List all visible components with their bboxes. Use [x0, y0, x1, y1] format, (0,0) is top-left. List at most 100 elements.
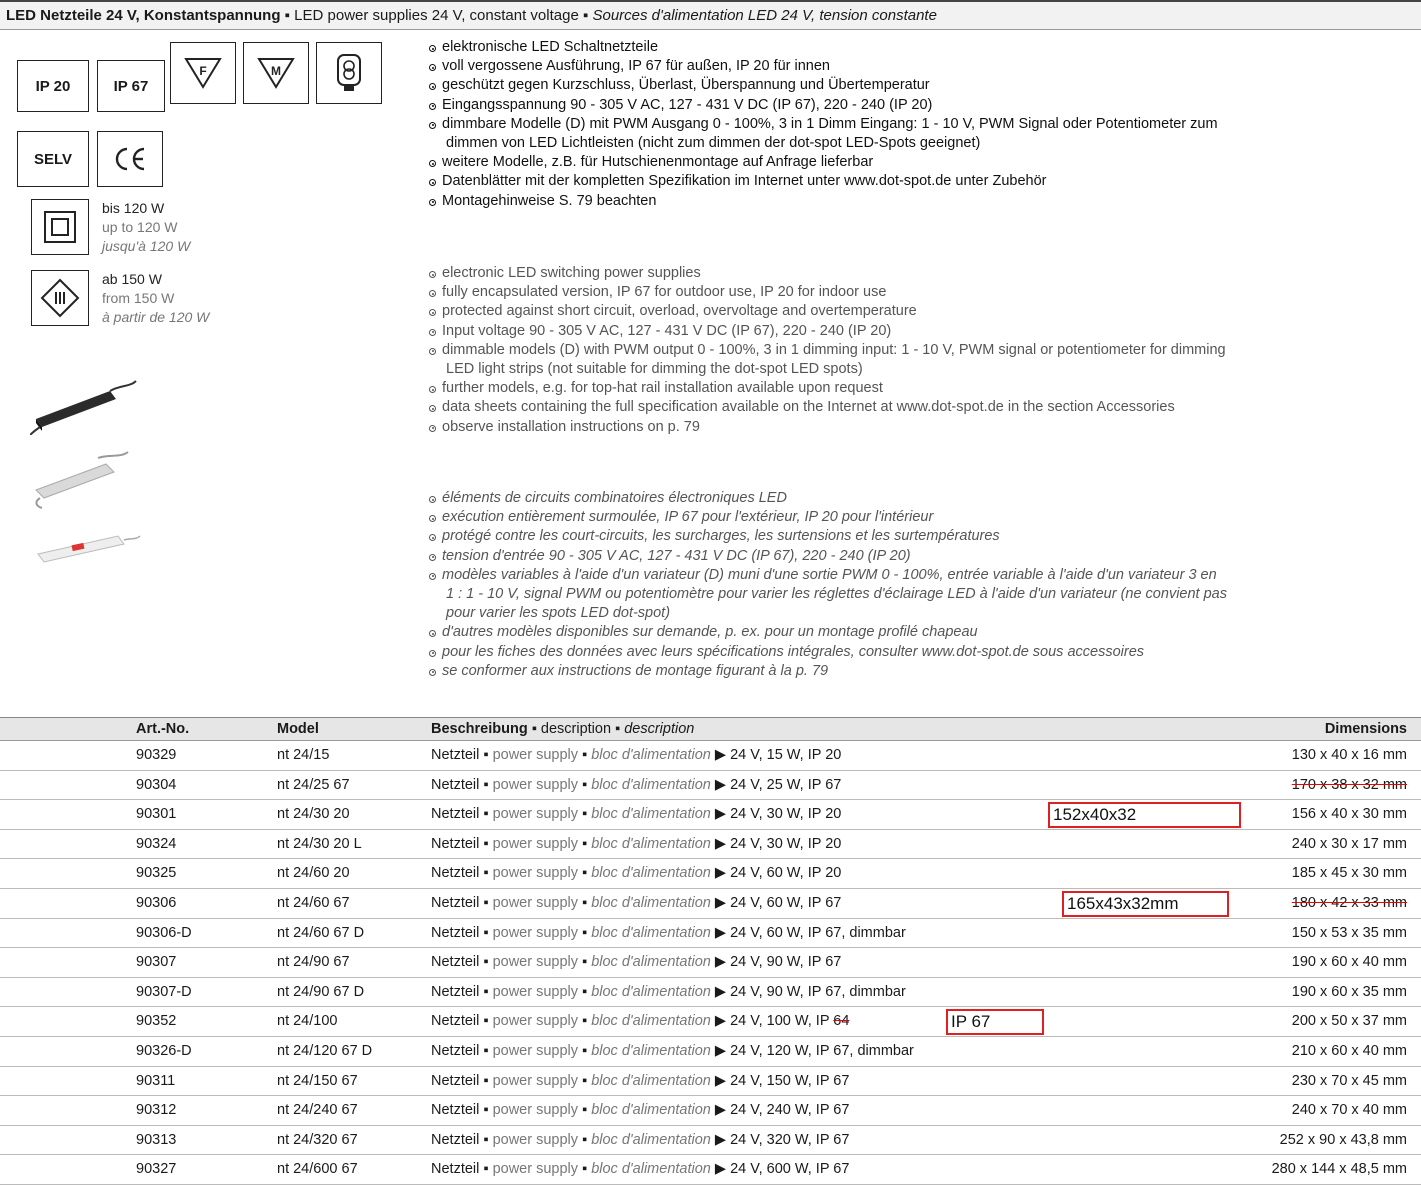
table-row: 90327 nt 24/600 67 Netzteil ▪ power supply…	[0, 1155, 1421, 1185]
feature-de-item: Datenblätter mit der kompletten Spezifik…	[428, 172, 1218, 191]
feature-en-item: electronic LED switching power supplies	[428, 264, 1226, 283]
art-no-cell: 90304	[136, 776, 177, 793]
spec-text: 24 V, 240 W, IP 67	[730, 1102, 850, 1119]
description-cell: Netzteil ▪ power supply ▪ bloc d'aliment…	[431, 1007, 849, 1036]
ip20-badge: IP 20	[17, 60, 89, 112]
arrow-icon: ▶	[710, 1072, 731, 1089]
struck-spec-text: 64	[833, 1013, 850, 1030]
art-no-cell: 90325	[136, 865, 177, 882]
feature-en-item: fully encapsulated version, IP 67 for ou…	[428, 283, 1226, 302]
description-cell: Netzteil ▪ power supply ▪ bloc d'aliment…	[431, 830, 841, 859]
spec-text: 24 V, 600 W, IP 67	[730, 1161, 850, 1178]
table-row: 90313 nt 24/320 67 Netzteil ▪ power supply…	[0, 1126, 1421, 1156]
feature-fr-item: protégé contre les court-circuits, les s…	[428, 527, 1227, 546]
description-cell: Netzteil ▪ power supply ▪ bloc d'aliment…	[431, 1067, 849, 1096]
desc-fr: bloc d'alimentation	[591, 806, 711, 823]
spec-text: 24 V, 15 W, IP 20	[730, 747, 842, 763]
feature-de-item: Montagehinweise S. 79 beachten	[428, 192, 1218, 211]
desc-sep: ▪	[578, 776, 592, 793]
description-cell: Netzteil ▪ power supply ▪ bloc d'aliment…	[431, 741, 841, 770]
desc-en: power supply	[492, 1102, 578, 1119]
feature-de-item: elektronische LED Schaltnetzteile	[428, 38, 1218, 57]
spec-text: 24 V, 90 W, IP 67, dimmbar	[730, 983, 906, 1000]
model-cell: nt 24/150 67	[277, 1072, 358, 1089]
description-cell: Netzteil ▪ power supply ▪ bloc d'aliment…	[431, 771, 841, 800]
desc-sep: ▪	[578, 865, 592, 882]
art-no-cell: 90307	[136, 954, 177, 971]
header-title-en: LED power supplies 24 V, constant voltag…	[294, 7, 579, 24]
desc-en: power supply	[492, 1161, 578, 1178]
feature-list-en: electronic LED switching power supplies f…	[428, 264, 1226, 437]
desc-de: Netzteil	[431, 1013, 480, 1030]
f-triangle-icon: F	[184, 58, 222, 89]
header-title-fr: Sources d'alimentation LED 24 V, tension…	[592, 7, 937, 24]
feature-en-item: Input voltage 90 - 305 V AC, 127 - 431 V…	[428, 322, 1226, 341]
desc-sep: ▪	[479, 835, 493, 852]
desc-fr: bloc d'alimentation	[591, 983, 711, 1000]
desc-en: power supply	[492, 865, 578, 882]
safety-transformer-icon	[337, 54, 361, 91]
desc-fr: bloc d'alimentation	[591, 1013, 711, 1030]
table-header: Art.-No. Model Beschreibung ▪ descriptio…	[0, 717, 1421, 741]
desc-sep: ▪	[479, 1013, 493, 1030]
col-desc-fr: description	[624, 721, 695, 737]
art-no-cell: 90324	[136, 835, 177, 852]
desc-sep: ▪	[578, 894, 592, 911]
ip67-label: IP 67	[113, 77, 149, 95]
feature-en-item: LED light strips (not suitable for dimmi…	[446, 361, 863, 378]
feature-en-item: protected against short circuit, overloa…	[428, 302, 1226, 321]
spec-text: 24 V, 150 W, IP 67	[730, 1072, 850, 1089]
dimensions-cell: 130 x 40 x 16 mm	[1291, 747, 1407, 763]
arrow-icon: ▶	[710, 983, 731, 1000]
desc-en: power supply	[492, 1072, 578, 1089]
desc-de: Netzteil	[431, 1102, 480, 1119]
arrow-icon: ▶	[710, 1013, 731, 1030]
desc-sep: ▪	[479, 954, 493, 971]
desc-sep: ▪	[578, 1013, 592, 1030]
col-model: Model	[277, 721, 319, 737]
col-art-no: Art.-No.	[136, 721, 190, 737]
desc-fr: bloc d'alimentation	[591, 1131, 711, 1148]
page-header: LED Netzteile 24 V, Konstantspannung ▪ L…	[0, 0, 1421, 30]
model-cell: nt 24/30 20	[277, 806, 350, 823]
wattage-upto-fr: jusqu'à 120 W	[102, 238, 191, 254]
desc-sep: ▪	[479, 983, 493, 1000]
desc-de: Netzteil	[431, 747, 480, 763]
dimensions-cell: 240 x 70 x 40 mm	[1291, 1102, 1407, 1119]
feature-fr-item: pour les fiches des données avec leurs s…	[428, 643, 1227, 662]
feature-de-item: voll vergossene Ausführung, IP 67 für au…	[428, 57, 1218, 76]
desc-de: Netzteil	[431, 954, 480, 971]
art-no-cell: 90307-D	[136, 983, 192, 1000]
description-cell: Netzteil ▪ power supply ▪ bloc d'aliment…	[431, 978, 906, 1007]
desc-en: power supply	[492, 894, 578, 911]
spec-text: 24 V, 120 W, IP 67, dimmbar	[730, 1042, 914, 1059]
ce-mark-icon	[97, 131, 163, 187]
arrow-icon: ▶	[710, 1161, 731, 1178]
col-desc-sep: ▪	[531, 721, 541, 737]
model-cell: nt 24/25 67	[277, 776, 350, 793]
header-title-de: LED Netzteile 24 V, Konstantspannung	[6, 7, 281, 24]
desc-sep: ▪	[578, 1161, 592, 1178]
description-cell: Netzteil ▪ power supply ▪ bloc d'aliment…	[431, 889, 841, 918]
col-description: Beschreibung ▪ description ▪ description	[431, 718, 694, 740]
wattage-upto-en: up to 120 W	[102, 219, 178, 235]
desc-sep: ▪	[479, 894, 493, 911]
m-mark-label: M	[271, 64, 281, 78]
desc-sep: ▪	[578, 747, 592, 763]
table-row: 90301 nt 24/30 20 Netzteil ▪ power supply …	[0, 800, 1421, 830]
desc-fr: bloc d'alimentation	[591, 835, 711, 852]
table-row: 90306 nt 24/60 67 Netzteil ▪ power supply …	[0, 889, 1421, 919]
desc-sep: ▪	[479, 1131, 493, 1148]
model-cell: nt 24/240 67	[277, 1102, 358, 1119]
desc-de: Netzteil	[431, 835, 480, 852]
feature-en-item: further models, e.g. for top-hat rail in…	[428, 379, 1226, 398]
spec-text: 24 V, 320 W, IP 67	[730, 1131, 850, 1148]
feature-list-fr: éléments de circuits combinatoires élect…	[428, 489, 1227, 681]
feature-fr-item: 1 : 1 - 10 V, signal PWM ou potentiomètr…	[446, 586, 1227, 603]
feature-de-item: dimmbare Modelle (D) mit PWM Ausgang 0 -…	[428, 115, 1218, 134]
spec-text: 24 V, 30 W, IP 20	[730, 806, 842, 823]
desc-de: Netzteil	[431, 983, 480, 1000]
selv-label: SELV	[33, 150, 73, 168]
spec-text: 24 V, 60 W, IP 67, dimmbar	[730, 924, 906, 941]
table-row: 90325 nt 24/60 20 Netzteil ▪ power supply …	[0, 859, 1421, 889]
